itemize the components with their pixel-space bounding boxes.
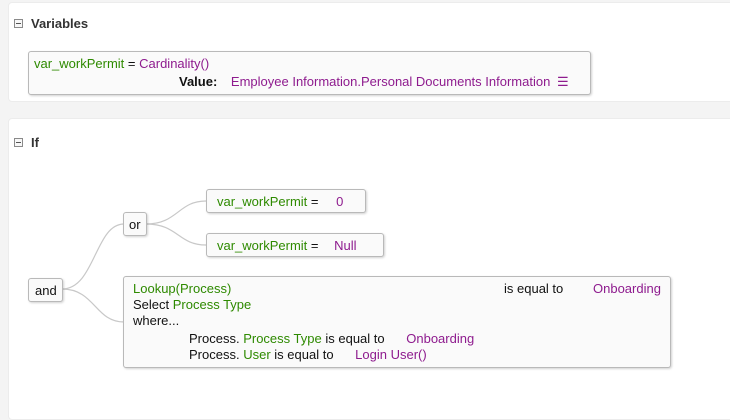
where-operator[interactable]: is equal to xyxy=(274,347,333,362)
and-to-or-connector xyxy=(61,223,125,290)
where-value[interactable]: Onboarding xyxy=(406,331,474,346)
where-object: Process. xyxy=(189,347,240,362)
condition-value[interactable]: 0 xyxy=(336,194,343,209)
equals-operator: = xyxy=(307,194,323,209)
and-operator-node[interactable]: and xyxy=(28,278,63,302)
where-operator[interactable]: is equal to xyxy=(325,331,384,346)
comparison-value[interactable]: Onboarding xyxy=(593,281,661,296)
condition-variable[interactable]: var_workPermit xyxy=(217,238,307,253)
where-field[interactable]: Process Type xyxy=(243,331,322,346)
select-keyword: Select xyxy=(133,297,173,312)
or-to-cond2-connector xyxy=(145,223,207,246)
lookup-function[interactable]: Lookup(Process) xyxy=(133,281,231,296)
and-label: and xyxy=(35,283,57,298)
where-field[interactable]: User xyxy=(243,347,270,362)
equals-operator: = xyxy=(307,238,323,253)
where-value[interactable]: Login User() xyxy=(355,347,427,362)
or-to-cond1-connector xyxy=(145,200,207,225)
comparison-operator[interactable]: is equal to xyxy=(504,281,563,296)
where-object: Process. xyxy=(189,331,240,346)
where-keyword: where... xyxy=(133,313,180,328)
and-to-lookup-connector xyxy=(61,288,125,323)
or-label: or xyxy=(129,217,141,232)
condition-box-1[interactable]: var_workPermit = 0 xyxy=(206,189,366,213)
condition-value[interactable]: Null xyxy=(334,238,356,253)
condition-variable[interactable]: var_workPermit xyxy=(217,194,307,209)
lookup-expression-box[interactable]: Lookup(Process) is equal to Onboarding S… xyxy=(123,276,671,368)
or-operator-node[interactable]: or xyxy=(123,212,147,236)
select-field[interactable]: Process Type xyxy=(173,297,252,312)
condition-box-2[interactable]: var_workPermit = Null xyxy=(206,233,384,257)
